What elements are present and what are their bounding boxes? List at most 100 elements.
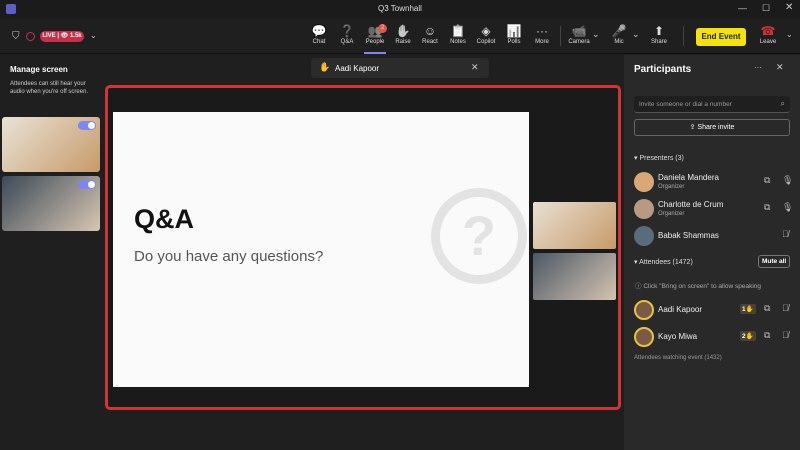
mic-off-icon[interactable]: 🎙̸ bbox=[782, 303, 789, 313]
raise-hand-icon: ✋ bbox=[319, 62, 331, 72]
live-badge[interactable]: LIVE | 👁 1.5k bbox=[40, 31, 84, 42]
chevron-down-icon[interactable]: ⌄ bbox=[786, 30, 793, 39]
toolbar-mic-button[interactable]: 🎤 Mic ⌄ bbox=[605, 24, 640, 45]
copilot-icon: ◈ bbox=[481, 24, 491, 38]
raise-hand-icon: ✋ bbox=[745, 333, 754, 340]
avatar bbox=[634, 172, 654, 192]
chevron-down-icon[interactable]: ⌄ bbox=[592, 29, 600, 40]
attendee-row[interactable]: Kayo Miwa 2✋ ⧉ 🎙̸ bbox=[634, 325, 794, 349]
divider bbox=[560, 26, 561, 46]
mute-all-button[interactable]: Mute all bbox=[758, 255, 791, 268]
avatar bbox=[634, 199, 654, 219]
bring-on-screen-icon[interactable]: ⧉ bbox=[764, 330, 770, 341]
presenters-count: Presenters (3) bbox=[639, 155, 684, 162]
search-placeholder: Invite someone or dial a number bbox=[639, 101, 732, 108]
toolbar-react-button[interactable]: ☺ React bbox=[416, 24, 444, 45]
participant-video-thumbnail[interactable] bbox=[2, 176, 100, 231]
attendee-row[interactable]: Aadi Kapoor 1✋ ⧉ 🎙̸ bbox=[634, 298, 794, 322]
participant-name: Daniela Mandera bbox=[658, 173, 719, 182]
participant-role: Organizer bbox=[658, 211, 685, 217]
avatar bbox=[634, 327, 654, 347]
chevron-down-icon[interactable]: ⌄ bbox=[90, 31, 97, 40]
toolbar-label: React bbox=[422, 39, 438, 45]
info-text: Click "Bring on screen" to allow speakin… bbox=[643, 283, 762, 290]
slide-title: Q&A bbox=[134, 204, 194, 234]
title-bar: Q3 Townhall — ☐ ✕ bbox=[0, 0, 800, 18]
participants-panel: Participants ··· ✕ Invite someone or dia… bbox=[624, 55, 800, 450]
polls-icon: 📊 bbox=[506, 24, 522, 38]
on-screen-toggle[interactable] bbox=[78, 121, 96, 130]
window-title: Q3 Townhall bbox=[378, 4, 422, 13]
participant-role: Organizer bbox=[658, 184, 685, 190]
meeting-toolbar: ⛉ LIVE | 👁 1.5k ⌄ 💬 Chat ❓ Q&A 👥 People 2 ✋ Rais… bbox=[0, 18, 800, 54]
toolbar-qa-button[interactable]: ❓ Q&A bbox=[333, 24, 361, 45]
record-icon[interactable] bbox=[26, 32, 35, 41]
more-options-icon[interactable]: ··· bbox=[754, 63, 762, 72]
minimize-button[interactable]: — bbox=[738, 3, 747, 13]
qa-icon: ❓ bbox=[339, 24, 355, 38]
toolbar-copilot-button[interactable]: ◈ Copilot bbox=[472, 24, 500, 45]
toolbar-label: Camera bbox=[568, 39, 590, 45]
toolbar-label: More bbox=[535, 39, 549, 45]
presenter-row[interactable]: Daniela Mandera Organizer ⧉ 🎙 bbox=[634, 170, 794, 194]
toolbar-people-button[interactable]: 👥 People 2 bbox=[361, 24, 389, 54]
presenter-row[interactable]: Charlotte de Crum Organizer ⧉ 🎙 bbox=[634, 197, 794, 221]
participant-video-thumbnail[interactable] bbox=[2, 117, 100, 172]
on-stage-video[interactable] bbox=[533, 202, 616, 249]
mic-icon[interactable]: 🎙 bbox=[782, 175, 793, 186]
shield-icon[interactable]: ⛉ bbox=[12, 31, 20, 42]
toolbar-label: Copilot bbox=[476, 39, 496, 45]
on-stage-video[interactable] bbox=[533, 253, 616, 300]
raise-hand-icon: ✋ bbox=[395, 24, 411, 38]
toolbar-more-button[interactable]: ··· More bbox=[528, 24, 556, 45]
maximize-button[interactable]: ☐ bbox=[762, 3, 770, 14]
bring-on-screen-icon[interactable]: ⧉ bbox=[764, 175, 770, 186]
chat-icon: 💬 bbox=[311, 24, 327, 38]
viewer-count: 1.5k bbox=[69, 33, 82, 39]
slide-subtitle: Do you have any questions? bbox=[134, 248, 324, 265]
info-message: ⓘ Click "Bring on screen" to allow speak… bbox=[635, 280, 761, 290]
live-label: LIVE bbox=[42, 33, 56, 39]
attendees-header[interactable]: ▾ Attendees (1472) bbox=[634, 258, 693, 266]
presenters-header[interactable]: ▾ Presenters (3) bbox=[634, 154, 684, 162]
mic-off-icon[interactable]: 🎙̸ bbox=[782, 229, 789, 239]
question-bubble-icon: ? bbox=[431, 188, 527, 284]
toolbar-camera-button[interactable]: 📹 Camera ⌄ bbox=[565, 24, 599, 45]
search-icon: ⌕ bbox=[780, 99, 785, 108]
toolbar-share-button[interactable]: ⬆ Share bbox=[645, 24, 673, 45]
manage-screen-title: Manage screen bbox=[10, 65, 68, 74]
avatar bbox=[634, 226, 654, 246]
toolbar-label: Share bbox=[650, 39, 667, 45]
panel-title: Participants bbox=[634, 64, 692, 75]
mic-off-icon[interactable]: 🎙̸ bbox=[782, 330, 789, 340]
toolbar-notes-button[interactable]: 📋 Notes bbox=[444, 24, 472, 45]
raised-hand-notification: ✋ Aadi Kapoor ✕ bbox=[311, 58, 489, 78]
more-icon: ··· bbox=[536, 24, 548, 38]
phone-hangup-icon: ☎ bbox=[760, 24, 776, 38]
share-icon: ⬆ bbox=[653, 24, 665, 38]
on-screen-toggle[interactable] bbox=[78, 180, 96, 189]
presenter-row[interactable]: Babak Shammas 🎙̸ bbox=[634, 224, 794, 248]
leave-button[interactable]: ☎ Leave bbox=[754, 24, 782, 45]
share-invite-button[interactable]: ⇪ Share invite bbox=[634, 119, 790, 136]
chevron-down-icon[interactable]: ⌄ bbox=[632, 29, 640, 40]
raised-hand-name: Aadi Kapoor bbox=[335, 64, 380, 73]
participant-name: Charlotte de Crum bbox=[658, 200, 724, 209]
toolbar-chat-button[interactable]: 💬 Chat bbox=[305, 24, 333, 45]
manage-screen-panel: Manage screen Attendees can still hear y… bbox=[0, 55, 104, 450]
bring-on-screen-icon[interactable]: ⧉ bbox=[764, 303, 770, 314]
invite-search-input[interactable]: Invite someone or dial a number ⌕ bbox=[634, 96, 790, 113]
close-window-button[interactable]: ✕ bbox=[785, 2, 793, 13]
share-invite-label: Share invite bbox=[697, 124, 735, 131]
end-event-button[interactable]: End Event bbox=[696, 28, 746, 46]
mic-icon[interactable]: 🎙 bbox=[782, 202, 793, 213]
close-panel-icon[interactable]: ✕ bbox=[776, 62, 784, 73]
dismiss-icon[interactable]: ✕ bbox=[471, 62, 479, 73]
presentation-slide: Q&A Do you have any questions? ? bbox=[113, 112, 529, 387]
toolbar-raise-button[interactable]: ✋ Raise bbox=[389, 24, 417, 45]
toolbar-polls-button[interactable]: 📊 Polls bbox=[500, 24, 528, 45]
watching-count: Attendees watching event (1432) bbox=[634, 355, 722, 361]
toolbar-label: Raise bbox=[395, 39, 411, 45]
bring-on-screen-icon[interactable]: ⧉ bbox=[764, 202, 770, 213]
raised-hand-badge: 2✋ bbox=[740, 331, 756, 341]
